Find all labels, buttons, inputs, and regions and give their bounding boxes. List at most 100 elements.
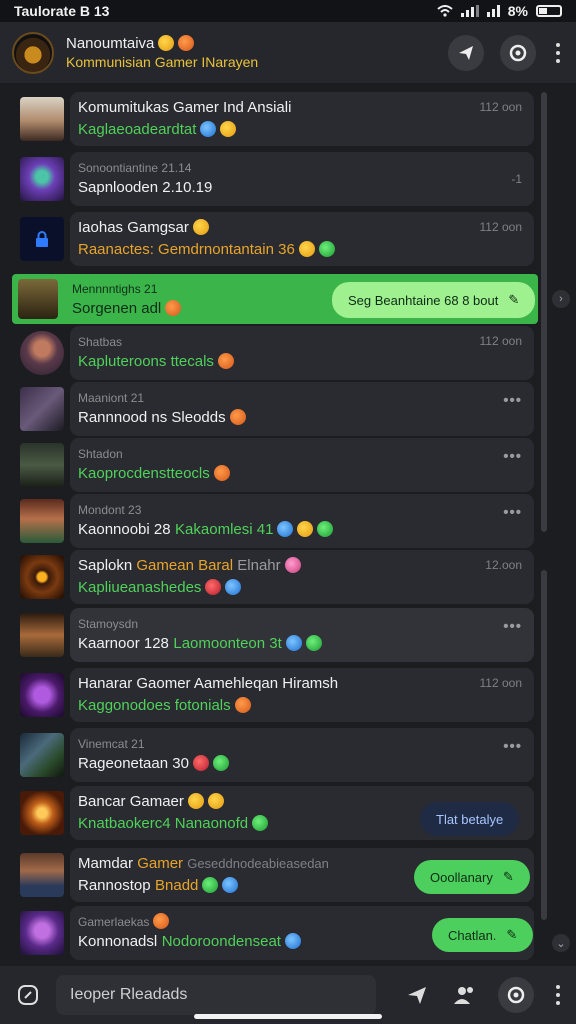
chat-row[interactable]: Vinemcat 21 Rageonetaan 30 ••• [14, 728, 534, 782]
emoji-icon [207, 793, 224, 809]
more-options-icon[interactable]: ••• [503, 392, 522, 409]
emoji-icon [205, 579, 222, 595]
chat-name: Iaohas Gamgsar [78, 217, 335, 239]
avatar [20, 387, 64, 431]
chat-time: 12.oon [485, 558, 522, 572]
chat-preview: Kaglaeoadeardtat [78, 121, 197, 138]
more-options-icon[interactable]: ••• [503, 504, 522, 521]
chat-preview: Raanactes: Gemdrnontantain 36 [78, 241, 295, 258]
people-icon [454, 987, 473, 1004]
header-subtitle: Kommunisian Gamer INarayen [66, 53, 259, 70]
more-vert-icon[interactable] [552, 42, 564, 63]
chat-row[interactable]: Saplokn Gamean Baral Elnahr Kapliueanash… [14, 550, 534, 604]
scrollbar[interactable] [541, 92, 547, 920]
chat-time: 112 oon [479, 100, 523, 114]
camera-icon [507, 986, 525, 1004]
avatar [20, 853, 64, 897]
status-bar: Taulorate B 13 8% [0, 0, 576, 22]
emoji-icon [297, 521, 314, 537]
chat-chip[interactable]: Chatlan. ✎ [432, 918, 534, 952]
emoji-icon [187, 793, 204, 809]
chat-preview: Sapnlooden 2.10.19 [78, 179, 213, 196]
emoji-icon [298, 241, 315, 257]
avatar [20, 217, 64, 261]
chat-row[interactable]: Stamoysdn Kaarnoor 128 Laomoonteon 3t ••… [14, 608, 534, 662]
header-title: Nanoumtaiva [66, 34, 258, 53]
emoji-icon [153, 913, 170, 929]
scroll-down-icon[interactable]: ⌄ [552, 934, 570, 952]
emoji-icon [192, 219, 209, 235]
chat-preview: Kaonnoobi 28 [78, 521, 171, 538]
emoji-icon [165, 300, 182, 316]
chat-header: Nanoumtaiva Kommunisian Gamer INarayen [0, 22, 576, 84]
signal-icon-2 [486, 5, 500, 17]
send-icon [408, 987, 426, 1004]
chat-time: 112 oon [479, 676, 523, 690]
reply-chip[interactable]: Seg Beanhtaine 68 8 bout ✎ [332, 282, 536, 318]
avatar [20, 555, 64, 599]
avatar [20, 791, 64, 835]
chat-preview: Rannostop [78, 877, 151, 894]
avatar [20, 331, 64, 375]
send-icon [459, 45, 473, 60]
chat-name: Stamoysdn [78, 617, 139, 631]
camera-button[interactable] [498, 977, 534, 1013]
chat-name: Bancar Gamaer [78, 791, 268, 813]
chat-row[interactable]: Komumitukas Gamer Ind Ansiali Kaglaeoade… [14, 92, 534, 146]
chat-name: Vinemcat 21 [78, 737, 145, 751]
chat-row[interactable]: Iaohas Gamgsar Raanactes: Gemdrnontantai… [14, 212, 534, 266]
avatar [20, 499, 64, 543]
chat-preview: Rageonetaan 30 [78, 755, 189, 772]
emoji-icon [234, 697, 251, 713]
search-input[interactable]: Ieoper Rleadads [56, 975, 376, 1015]
send-button[interactable] [448, 34, 484, 71]
chat-preview: Kaarnoor 128 [78, 635, 169, 652]
chat-name: Hanarar Gaomer Aamehleqan Hiramsh [78, 675, 339, 692]
emoji-icon [202, 877, 219, 893]
chat-name: Sonoontiantine 21.14 [78, 161, 192, 175]
emoji-icon [305, 635, 322, 651]
lock-icon [36, 231, 48, 247]
emoji-icon [284, 933, 301, 949]
chat-name: Saplokn Gamean Baral Elnahr [78, 555, 301, 577]
compose-button[interactable] [12, 979, 44, 1011]
pencil-icon: ✎ [502, 869, 514, 884]
camera-button[interactable] [500, 34, 536, 71]
avatar [18, 279, 58, 319]
emoji-icon [277, 521, 294, 537]
status-left-text: Taulorate B 13 [14, 3, 110, 19]
chat-row[interactable]: Maaniont 21 Rannnood ns Sleodds ••• [14, 382, 534, 436]
chat-row[interactable]: Sonoontiantine 21.14 Sapnlooden 2.10.19 … [14, 152, 534, 206]
chat-preview: Kapliueanashedes [78, 579, 202, 596]
chat-row[interactable]: Mondont 23 Kaonnoobi 28 Kakaomlesi 41 ••… [14, 494, 534, 548]
chat-preview: Kaggonodoes fotonials [78, 697, 231, 714]
people-button[interactable] [450, 980, 480, 1010]
emoji-icon [217, 353, 234, 369]
send-button[interactable] [402, 980, 432, 1010]
chat-preview: Kapluteroons ttecals [78, 353, 214, 370]
chevron-right-icon[interactable]: › [552, 290, 570, 308]
chat-chip[interactable]: Ooollanary ✎ [414, 860, 530, 894]
wifi-icon [437, 5, 453, 17]
signal-icon [460, 5, 479, 17]
avatar [20, 673, 64, 717]
emoji-icon [213, 465, 230, 481]
chat-preview: Sorgenen adl [72, 300, 162, 317]
chat-row[interactable]: Shtadon Kaoprocdenstteocls ••• [14, 438, 534, 492]
chat-name: Komumitukas Gamer Ind Ansiali [78, 99, 292, 116]
more-options-icon[interactable]: ••• [503, 618, 522, 635]
chat-row[interactable]: Hanarar Gaomer Aamehleqan Hiramsh Kaggon… [14, 668, 534, 722]
chat-time: 112 oon [479, 334, 523, 348]
more-options-icon[interactable]: ••• [503, 738, 522, 755]
chat-name: Mondont 23 [78, 503, 142, 517]
more-options-icon[interactable]: ••• [503, 448, 522, 465]
avatar [20, 443, 64, 487]
emoji-icon [285, 635, 302, 651]
header-avatar[interactable] [12, 31, 54, 74]
chat-time: -1 [511, 172, 522, 186]
chat-row[interactable]: Shatbas Kapluteroons ttecals 112 oon [14, 326, 534, 380]
chat-chip[interactable]: Tlat betalye [420, 802, 520, 836]
more-vert-icon[interactable] [552, 985, 564, 1005]
chat-preview: Knatbaokerc4 Nanaonofd [78, 815, 249, 832]
avatar [20, 911, 64, 955]
